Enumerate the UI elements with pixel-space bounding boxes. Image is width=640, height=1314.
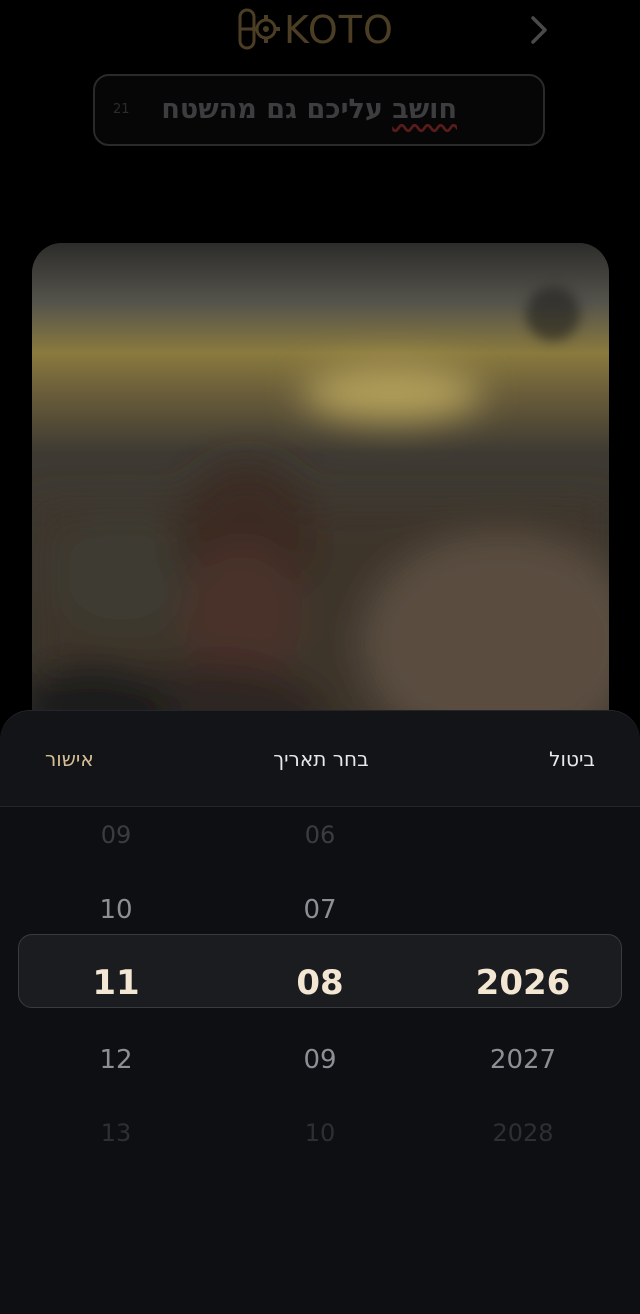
koto-logo: KOTO: [236, 4, 406, 54]
chevron-right-icon[interactable]: [526, 14, 552, 46]
year-wheel[interactable]: 2026 2027 2028: [423, 807, 623, 1187]
confirm-button[interactable]: אישור: [45, 747, 94, 771]
date-picker-title: בחר תאריך: [273, 747, 369, 771]
month-wheel[interactable]: 06 07 08 09 10: [220, 807, 420, 1187]
media-remove-button[interactable]: [526, 287, 580, 341]
month-option[interactable]: 10: [220, 1119, 420, 1147]
year-option[interactable]: 2027: [423, 1045, 623, 1075]
day-option[interactable]: 13: [16, 1119, 216, 1147]
month-option[interactable]: 07: [220, 895, 420, 925]
month-option[interactable]: 09: [220, 1045, 420, 1075]
date-picker-sheet: אישור בחר תאריך ביטול 09 10 11 12 13 06 …: [0, 711, 640, 1314]
media-preview-card[interactable]: [32, 243, 609, 743]
logo-text: KOTO: [284, 8, 394, 52]
selected-month[interactable]: 08: [220, 963, 420, 1003]
day-option[interactable]: 10: [16, 895, 216, 925]
post-title-field[interactable]: 21 חושב עליכם גם מהשטח: [93, 74, 545, 146]
char-counter: 21: [113, 102, 130, 117]
selected-year[interactable]: 2026: [423, 963, 623, 1003]
day-wheel[interactable]: 09 10 11 12 13: [16, 807, 216, 1187]
date-picker-header: אישור בחר תאריך ביטול: [0, 711, 640, 807]
day-option[interactable]: 09: [16, 821, 216, 849]
year-option[interactable]: 2028: [423, 1119, 623, 1147]
cancel-button[interactable]: ביטול: [549, 747, 595, 771]
pill-gear-icon: [238, 8, 280, 50]
blurred-photo: [32, 243, 609, 743]
day-option[interactable]: 12: [16, 1045, 216, 1075]
post-title-rest: עליכם גם מהשטח: [161, 94, 393, 125]
spellcheck-word: חושב: [392, 94, 457, 125]
selected-day[interactable]: 11: [16, 963, 216, 1003]
post-title-text: חושב עליכם גם מהשטח: [161, 94, 457, 125]
month-option[interactable]: 06: [220, 821, 420, 849]
